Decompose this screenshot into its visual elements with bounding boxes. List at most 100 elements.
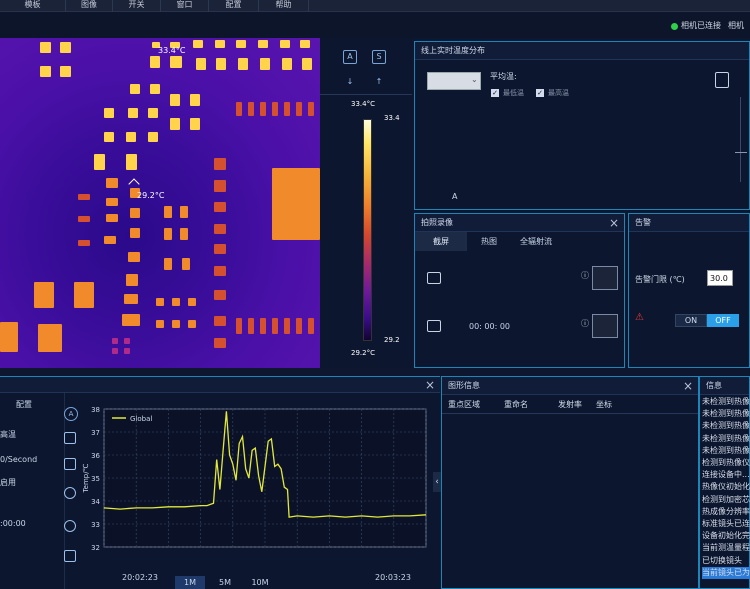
record-preview bbox=[592, 314, 618, 338]
low-temp-label: 最低温 bbox=[503, 89, 524, 97]
high-temp-label: 最高温 bbox=[548, 89, 569, 97]
info-list-item[interactable]: 热像仪初始化 bbox=[702, 481, 750, 493]
collapse-icon[interactable]: ‹ bbox=[433, 472, 441, 492]
menu-config[interactable]: 配置 bbox=[209, 0, 259, 12]
capture-title: 拍照录像 bbox=[415, 214, 624, 232]
connection-status-dot bbox=[671, 23, 678, 30]
threshold-label: 告警门限 (℃) bbox=[635, 275, 685, 284]
y-axis-label: Temp/℃ bbox=[82, 463, 90, 493]
settings-item-1[interactable]: 0/Second bbox=[0, 455, 37, 464]
camera-status-text: 相机 bbox=[728, 21, 744, 30]
avg-temp-label: 平均温: bbox=[490, 72, 517, 81]
menu-image[interactable]: 图像 bbox=[66, 0, 113, 12]
info-list-item[interactable]: 检测到加密芯片 bbox=[702, 494, 750, 506]
colorbar-bottom-value: 29.2°C bbox=[351, 349, 375, 357]
close-icon[interactable]: × bbox=[609, 215, 619, 231]
colorbar bbox=[363, 119, 372, 341]
info-title: 信息 bbox=[700, 377, 749, 395]
col-rename: 重命名 bbox=[504, 400, 528, 409]
info-list-item[interactable]: 已切换镜头 bbox=[702, 555, 750, 567]
chevron-down-icon: ⌄ bbox=[471, 75, 478, 84]
tab-screenshot[interactable]: 截屏 bbox=[415, 232, 467, 251]
alarm-icon: ⚠ bbox=[635, 312, 644, 323]
menu-switch[interactable]: 开关 bbox=[113, 0, 161, 12]
y-tick-label: 35 bbox=[91, 475, 100, 483]
record-timer: 00: 00: 00 bbox=[469, 322, 511, 331]
thermal-image[interactable]: 33.4°C 29.2°C bbox=[0, 38, 320, 368]
menu-help[interactable]: 帮助 bbox=[259, 0, 309, 12]
point-temp-label: 29.2°C bbox=[137, 191, 165, 200]
tab-full-radiometric[interactable]: 全辐射流 bbox=[511, 232, 561, 251]
col-emissivity: 发射率 bbox=[558, 400, 582, 409]
save-icon[interactable] bbox=[715, 72, 729, 88]
close-icon[interactable]: × bbox=[425, 377, 435, 393]
connection-status-text: 相机已连接 bbox=[681, 21, 721, 30]
y-tick-label: 32 bbox=[91, 544, 100, 552]
tab-thermal-map[interactable]: 热图 bbox=[467, 232, 511, 251]
info-list-item[interactable]: 设备初始化完成 bbox=[702, 530, 750, 542]
info-list-item[interactable]: 标准镜头已连接 bbox=[702, 518, 750, 530]
download-icon[interactable] bbox=[64, 550, 76, 562]
settings-item-2[interactable]: 启用 bbox=[0, 477, 16, 488]
info-list-item[interactable]: 热成像分辨率 bbox=[702, 506, 750, 518]
auto-range-icon[interactable]: A bbox=[343, 50, 357, 64]
zoom-out-icon[interactable] bbox=[64, 520, 76, 532]
info-icon: ⓘ bbox=[581, 271, 589, 280]
info-icon: ⓘ bbox=[581, 319, 589, 328]
info-list-item[interactable]: 未检测到热像仪 bbox=[702, 445, 750, 457]
range-10m-button[interactable]: 10M bbox=[245, 576, 275, 589]
close-icon[interactable]: × bbox=[683, 378, 693, 394]
info-list-item[interactable]: 未检测到热像仪 bbox=[702, 408, 750, 420]
info-list-item[interactable]: 检测到热像仪 bbox=[702, 457, 750, 469]
alarm-off-button[interactable]: OFF bbox=[707, 314, 739, 327]
settings-item-3[interactable]: :00:00 bbox=[0, 519, 26, 528]
edit-icon[interactable] bbox=[64, 432, 76, 444]
col-coordinate: 坐标 bbox=[596, 400, 612, 409]
range-5m-button[interactable]: 5M bbox=[210, 576, 240, 589]
legend-label: Global bbox=[130, 415, 152, 423]
settings-item-0[interactable]: 高温 bbox=[0, 429, 16, 440]
range-1m-button[interactable]: 1M bbox=[175, 576, 205, 589]
video-icon[interactable] bbox=[427, 320, 441, 332]
col-region: 重点区域 bbox=[448, 400, 480, 409]
auto-scale-icon[interactable]: A bbox=[64, 407, 78, 421]
thermometer-low-icon[interactable]: ↓ bbox=[343, 76, 357, 90]
temperature-chart[interactable]: 32 33 34 35 36 37 38 Temp/℃ Global bbox=[80, 399, 440, 567]
screenshot-preview bbox=[592, 266, 618, 290]
y-tick-label: 36 bbox=[91, 452, 100, 460]
chart-panel: × 配置 高温 0/Second 启用 :00:00 A 32 33 34 35 36 3… bbox=[0, 376, 440, 589]
info-list-item[interactable]: 未检测到热像仪 bbox=[702, 396, 750, 408]
high-temp-checkbox[interactable]: ✓ bbox=[536, 89, 544, 97]
analysis-title: 线上实时温度分布 bbox=[415, 42, 749, 60]
thermometer-high-icon[interactable]: ↑ bbox=[372, 76, 386, 90]
camera-icon[interactable] bbox=[427, 272, 441, 284]
zoom-in-icon[interactable] bbox=[64, 487, 76, 499]
y-tick-label: 37 bbox=[91, 429, 100, 437]
menu-bar: 模板 图像 开关 窗口 配置 帮助 bbox=[0, 0, 750, 12]
alarm-on-button[interactable]: ON bbox=[675, 314, 707, 327]
info-list-item[interactable]: 当前镜头已为 bbox=[702, 566, 750, 579]
axis-label: A bbox=[452, 192, 458, 201]
colorbar-tick-bottom: 29.2 bbox=[384, 336, 400, 344]
colorbar-tick-top: 33.4 bbox=[384, 114, 400, 122]
alarm-panel: 告警 告警门限 (℃) ⚠ ON OFF bbox=[628, 213, 750, 368]
threshold-input[interactable] bbox=[707, 270, 733, 286]
colorbar-top-value: 33.4°C bbox=[351, 100, 375, 108]
scale-icon[interactable]: S bbox=[372, 50, 386, 64]
time-end-label: 20:03:23 bbox=[375, 573, 411, 582]
low-temp-checkbox[interactable]: ✓ bbox=[491, 89, 499, 97]
status-row bbox=[0, 12, 750, 38]
max-temp-label: 33.4°C bbox=[158, 46, 186, 55]
info-list-item[interactable]: 当前测温量程 bbox=[702, 542, 750, 554]
target-panel: 图形信息 × 重点区域 重命名 发射率 坐标 ‹ bbox=[433, 376, 699, 589]
export-icon[interactable] bbox=[64, 458, 76, 470]
info-list-item[interactable]: 连接设备中... bbox=[702, 469, 750, 481]
config-tab[interactable]: 配置 bbox=[16, 399, 32, 410]
y-tick-label: 33 bbox=[91, 521, 100, 529]
y-tick-label: 38 bbox=[91, 406, 100, 414]
analysis-panel: 线上实时温度分布 ⌄ 平均温: ✓ 最低温 ✓ 最高温 A bbox=[414, 41, 750, 210]
menu-window[interactable]: 窗口 bbox=[161, 0, 209, 12]
menu-template[interactable]: 模板 bbox=[0, 0, 66, 12]
info-list-item[interactable]: 未检测到热像仪 bbox=[702, 433, 750, 445]
info-list-item[interactable]: 未检测到热像仪 bbox=[702, 420, 750, 432]
